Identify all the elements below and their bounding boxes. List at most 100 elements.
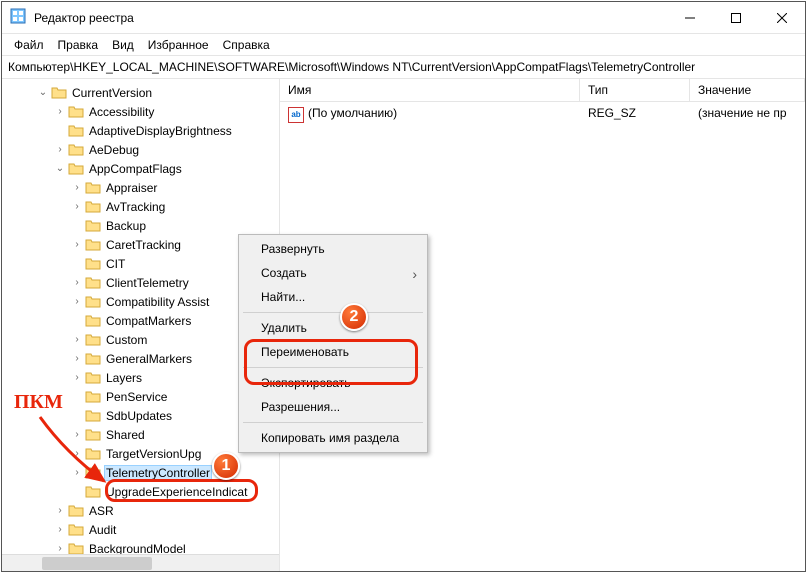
ctx-expand[interactable]: Развернуть — [241, 237, 425, 261]
tree-item-label: Compatibility Assist — [104, 295, 211, 309]
value-name-cell: ab (По умолчанию) — [280, 104, 580, 125]
expand-toggle[interactable]: › — [53, 543, 67, 554]
tree-item-appraiser[interactable]: › Appraiser — [2, 178, 279, 197]
folder-icon — [85, 294, 101, 310]
tree-item-label: Layers — [104, 371, 144, 385]
expand-toggle[interactable]: ⌄ — [53, 163, 67, 174]
tree-item-label: ASR — [87, 504, 116, 518]
annotation-pkm-label: ПКМ — [14, 391, 63, 414]
expand-toggle[interactable]: › — [53, 144, 67, 155]
folder-icon — [68, 522, 84, 538]
tree-item-accessibility[interactable]: ›Accessibility — [2, 102, 279, 121]
expand-toggle[interactable]: › — [70, 277, 84, 288]
menu-edit[interactable]: Правка — [52, 36, 105, 54]
expand-toggle[interactable]: › — [70, 239, 84, 250]
folder-icon — [85, 275, 101, 291]
expand-toggle[interactable]: › — [53, 524, 67, 535]
col-name[interactable]: Имя — [280, 79, 580, 101]
folder-icon — [85, 408, 101, 424]
folder-icon — [68, 503, 84, 519]
menu-view[interactable]: Вид — [106, 36, 140, 54]
tree-item-label: PenService — [104, 390, 169, 404]
ctx-delete[interactable]: Удалить — [241, 316, 425, 340]
tree-h-scrollbar[interactable] — [2, 554, 279, 571]
tree-item-label: Shared — [104, 428, 147, 442]
expand-toggle[interactable]: › — [70, 182, 84, 193]
tree-item-asr[interactable]: › ASR — [2, 501, 279, 520]
folder-icon — [68, 161, 84, 177]
expand-toggle[interactable]: › — [70, 429, 84, 440]
address-bar[interactable]: Компьютер\HKEY_LOCAL_MACHINE\SOFTWARE\Mi… — [2, 56, 805, 79]
folder-icon — [85, 256, 101, 272]
folder-icon — [85, 484, 101, 500]
ctx-copy-key[interactable]: Копировать имя раздела — [241, 426, 425, 450]
menu-file[interactable]: Файл — [8, 36, 50, 54]
maximize-button[interactable] — [713, 3, 759, 33]
tree-item-label: TargetVersionUpg — [104, 447, 203, 461]
tree-item-label: AdaptiveDisplayBrightness — [87, 124, 234, 138]
col-value[interactable]: Значение — [690, 79, 805, 101]
expand-toggle[interactable]: › — [53, 505, 67, 516]
tree-item-aedebug[interactable]: › AeDebug — [2, 140, 279, 159]
ctx-rename[interactable]: Переименовать — [241, 340, 425, 364]
tree-item-audit[interactable]: › Audit — [2, 520, 279, 539]
folder-icon — [85, 389, 101, 405]
folder-icon — [85, 332, 101, 348]
tree-item-label: Appraiser — [104, 181, 159, 195]
ctx-sep2 — [243, 367, 423, 368]
tree-item-label: AeDebug — [87, 143, 141, 157]
value-row[interactable]: ab(По умолчанию) REG_SZ (значение не пр — [280, 102, 805, 127]
app-icon — [10, 8, 26, 27]
tree-item-label: CaretTracking — [104, 238, 183, 252]
tree-item-label: AppCompatFlags — [87, 162, 184, 176]
tree-item-label: ClientTelemetry — [104, 276, 191, 290]
titlebar: Редактор реестра — [2, 2, 805, 34]
window-title: Редактор реестра — [34, 11, 667, 25]
scrollbar-thumb[interactable] — [42, 557, 152, 570]
folder-icon — [85, 351, 101, 367]
folder-icon — [68, 123, 84, 139]
tree-item-label: SdbUpdates — [104, 409, 174, 423]
ctx-sep3 — [243, 422, 423, 423]
menu-help[interactable]: Справка — [217, 36, 276, 54]
tree-item-label: Custom — [104, 333, 149, 347]
folder-icon — [51, 85, 67, 101]
tree-item-label: UpgradeExperienceIndicat — [104, 485, 249, 499]
ctx-permissions[interactable]: Разрешения... — [241, 395, 425, 419]
expand-toggle[interactable]: › — [53, 106, 67, 117]
expand-toggle[interactable]: › — [70, 372, 84, 383]
folder-icon — [85, 370, 101, 386]
expand-toggle[interactable]: › — [70, 467, 84, 478]
ctx-find[interactable]: Найти... — [241, 285, 425, 309]
tree-item-appcompatflags[interactable]: ⌄ AppCompatFlags — [2, 159, 279, 178]
ctx-create[interactable]: Создать — [241, 261, 425, 285]
close-button[interactable] — [759, 3, 805, 33]
annotation-badge-1: 1 — [212, 452, 240, 480]
folder-icon — [85, 218, 101, 234]
tree-item-adaptivedisplaybrightness[interactable]: AdaptiveDisplayBrightness — [2, 121, 279, 140]
ctx-export[interactable]: Экспортировать — [241, 371, 425, 395]
expand-toggle[interactable]: ⌄ — [36, 87, 50, 98]
tree-item-label: Audit — [87, 523, 118, 537]
folder-icon — [85, 180, 101, 196]
tree-item-currentversion[interactable]: ⌄CurrentVersion — [2, 83, 279, 102]
expand-toggle[interactable]: › — [70, 334, 84, 345]
expand-toggle[interactable]: › — [70, 296, 84, 307]
menubar: Файл Правка Вид Избранное Справка — [2, 34, 805, 56]
minimize-button[interactable] — [667, 3, 713, 33]
expand-toggle[interactable]: › — [70, 448, 84, 459]
folder-icon — [85, 199, 101, 215]
expand-toggle[interactable]: › — [70, 353, 84, 364]
expand-toggle[interactable]: › — [70, 201, 84, 212]
folder-icon — [85, 313, 101, 329]
string-value-icon: ab — [288, 107, 304, 123]
tree-item-backup[interactable]: Backup — [2, 216, 279, 235]
value-name: (По умолчанию) — [308, 106, 397, 120]
annotation-badge-2: 2 — [340, 303, 368, 331]
value-data-cell: (значение не пр — [690, 104, 805, 125]
menu-favorites[interactable]: Избранное — [142, 36, 215, 54]
tree-item-upgradeexperienceindicat[interactable]: UpgradeExperienceIndicat — [2, 482, 279, 501]
col-type[interactable]: Тип — [580, 79, 690, 101]
folder-icon — [68, 104, 84, 120]
tree-item-avtracking[interactable]: ›AvTracking — [2, 197, 279, 216]
